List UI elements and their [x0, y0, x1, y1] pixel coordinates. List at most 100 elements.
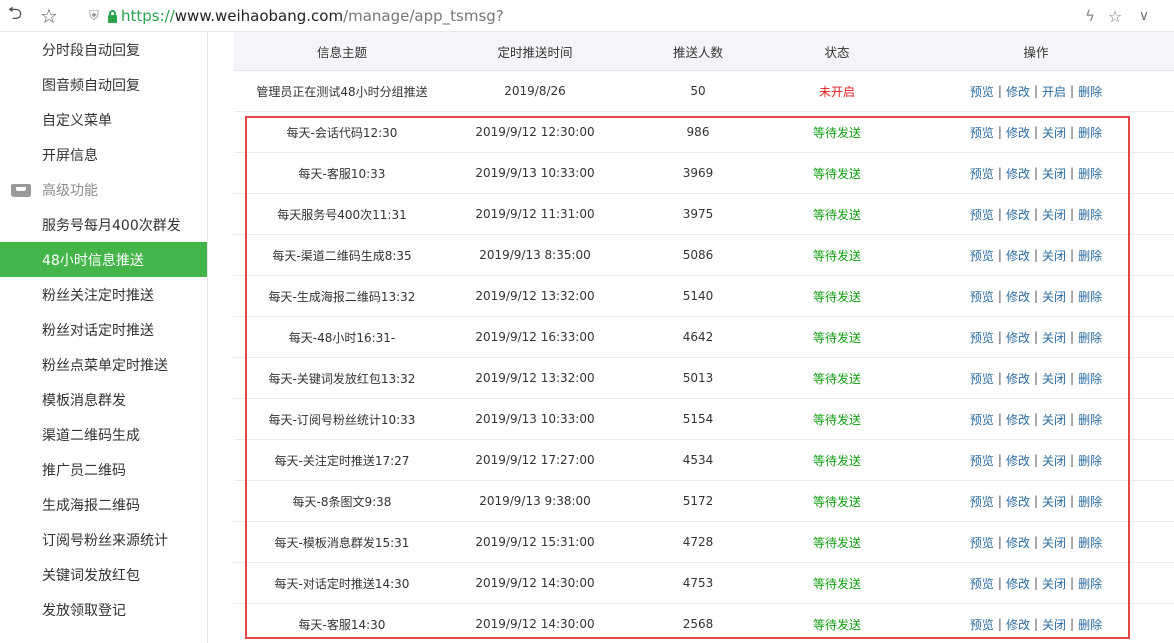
action-separator: |: [1070, 535, 1075, 549]
toggle-link[interactable]: 关闭: [1042, 452, 1066, 469]
sidebar-item[interactable]: 订阅号粉丝来源统计: [0, 522, 207, 557]
sidebar-item[interactable]: 渠道二维码生成: [0, 417, 207, 452]
toggle-link[interactable]: 关闭: [1042, 575, 1066, 592]
sidebar-item[interactable]: 推广员二维码: [0, 452, 207, 487]
sidebar-item[interactable]: 关键词发放红包: [0, 557, 207, 592]
delete-link[interactable]: 删除: [1078, 206, 1102, 223]
toggle-link[interactable]: 关闭: [1042, 206, 1066, 223]
lock-icon[interactable]: [105, 4, 119, 28]
delete-link[interactable]: 删除: [1078, 452, 1102, 469]
edit-link[interactable]: 修改: [1006, 575, 1030, 592]
preview-link[interactable]: 预览: [970, 165, 994, 182]
edit-link[interactable]: 修改: [1006, 288, 1030, 305]
bookmark-star-icon[interactable]: ☆: [1105, 4, 1125, 28]
edit-link[interactable]: 修改: [1006, 206, 1030, 223]
delete-link[interactable]: 删除: [1078, 247, 1102, 264]
toggle-link[interactable]: 关闭: [1042, 165, 1066, 182]
address-bar[interactable]: https://www.weihaobang.com/manage/app_ts…: [121, 6, 504, 26]
sidebar-section-label: 高级功能: [42, 182, 98, 199]
edit-link[interactable]: 修改: [1006, 411, 1030, 428]
delete-link[interactable]: 删除: [1078, 329, 1102, 346]
sidebar-item[interactable]: 图音频自动回复: [0, 67, 207, 102]
edit-link[interactable]: 修改: [1006, 165, 1030, 182]
edit-link[interactable]: 修改: [1006, 452, 1030, 469]
sidebar: 分时段自动回复 图音频自动回复 自定义菜单 开屏信息高级功能服务号每月400次群发 48…: [0, 32, 208, 643]
preview-link[interactable]: 预览: [970, 616, 994, 633]
sidebar-item[interactable]: 分时段自动回复: [0, 32, 207, 67]
preview-link[interactable]: 预览: [970, 83, 994, 100]
star-icon[interactable]: ☆: [36, 4, 62, 28]
preview-link[interactable]: 预览: [970, 370, 994, 387]
toggle-link[interactable]: 关闭: [1042, 534, 1066, 551]
sidebar-item[interactable]: 粉丝关注定时推送: [0, 277, 207, 312]
action-separator: |: [1033, 535, 1039, 549]
row-push-count: 5154: [682, 412, 714, 426]
sidebar-item[interactable]: 生成海报二维码: [0, 487, 207, 522]
chevron-down-icon[interactable]: ∨: [1133, 4, 1155, 28]
bolt-icon[interactable]: ϟ: [1080, 4, 1100, 28]
action-separator: |: [1033, 576, 1039, 590]
preview-link[interactable]: 预览: [970, 247, 994, 264]
action-separator: |: [1070, 412, 1075, 426]
table-row: 管理员正在测试48小时分组推送 2019/8/26 50 未开启 预览 | 修改 | 开启 | 删除: [234, 71, 1174, 112]
delete-link[interactable]: 删除: [1078, 534, 1102, 551]
delete-link[interactable]: 删除: [1078, 616, 1102, 633]
toggle-link[interactable]: 关闭: [1042, 247, 1066, 264]
edit-link[interactable]: 修改: [1006, 534, 1030, 551]
sidebar-item[interactable]: 模板消息群发: [0, 382, 207, 417]
edit-link[interactable]: 修改: [1006, 247, 1030, 264]
preview-link[interactable]: 预览: [970, 124, 994, 141]
toggle-link[interactable]: 关闭: [1042, 124, 1066, 141]
preview-link[interactable]: 预览: [970, 206, 994, 223]
preview-link[interactable]: 预览: [970, 493, 994, 510]
sidebar-item[interactable]: 发放领取登记: [0, 592, 207, 627]
status-badge: 等待发送: [812, 207, 861, 222]
sidebar-item[interactable]: 粉丝对话定时推送: [0, 312, 207, 347]
toggle-link[interactable]: 关闭: [1042, 329, 1066, 346]
edit-link[interactable]: 修改: [1006, 124, 1030, 141]
back-icon[interactable]: ⮌: [2, 3, 28, 28]
toggle-link[interactable]: 关闭: [1042, 288, 1066, 305]
edit-link[interactable]: 修改: [1006, 493, 1030, 510]
row-actions: 预览 | 修改 | 关闭 | 删除: [898, 153, 1174, 193]
delete-link[interactable]: 删除: [1078, 165, 1102, 182]
edit-link[interactable]: 修改: [1006, 370, 1030, 387]
preview-link[interactable]: 预览: [970, 288, 994, 305]
delete-link[interactable]: 删除: [1078, 83, 1102, 100]
edit-link[interactable]: 修改: [1006, 83, 1030, 100]
row-title: 每天-模板消息群发15:31: [274, 535, 410, 550]
delete-link[interactable]: 删除: [1078, 575, 1102, 592]
sidebar-item[interactable]: 自定义菜单: [0, 102, 207, 137]
preview-link[interactable]: 预览: [970, 329, 994, 346]
delete-link[interactable]: 删除: [1078, 493, 1102, 510]
edit-link[interactable]: 修改: [1006, 329, 1030, 346]
row-actions: 预览 | 修改 | 关闭 | 删除: [898, 604, 1174, 643]
preview-link[interactable]: 预览: [970, 411, 994, 428]
action-separator: |: [997, 412, 1002, 426]
row-push-count: 5172: [682, 494, 714, 508]
toggle-link[interactable]: 关闭: [1042, 411, 1066, 428]
sidebar-section-header: 高级功能: [0, 172, 207, 207]
toggle-link[interactable]: 关闭: [1042, 616, 1066, 633]
shield-icon[interactable]: ⛨: [86, 4, 102, 28]
toggle-link[interactable]: 关闭: [1042, 370, 1066, 387]
row-push-time: 2019/9/12 15:31:00: [475, 535, 595, 549]
delete-link[interactable]: 删除: [1078, 411, 1102, 428]
edit-link[interactable]: 修改: [1006, 616, 1030, 633]
sidebar-item-active[interactable]: 48小时信息推送: [0, 242, 207, 277]
action-separator: |: [997, 248, 1002, 262]
preview-link[interactable]: 预览: [970, 452, 994, 469]
delete-link[interactable]: 删除: [1078, 370, 1102, 387]
sidebar-item[interactable]: 粉丝点菜单定时推送: [0, 347, 207, 382]
delete-link[interactable]: 删除: [1078, 288, 1102, 305]
action-separator: |: [1033, 453, 1039, 467]
preview-link[interactable]: 预览: [970, 575, 994, 592]
delete-link[interactable]: 删除: [1078, 124, 1102, 141]
row-actions: 预览 | 修改 | 关闭 | 删除: [898, 112, 1174, 152]
sidebar-item[interactable]: 服务号每月400次群发: [0, 207, 207, 242]
row-title: 每天-生成海报二维码13:32: [268, 289, 416, 304]
toggle-link[interactable]: 关闭: [1042, 493, 1066, 510]
toggle-link[interactable]: 开启: [1042, 83, 1066, 100]
preview-link[interactable]: 预览: [970, 534, 994, 551]
sidebar-item[interactable]: 开屏信息: [0, 137, 207, 172]
